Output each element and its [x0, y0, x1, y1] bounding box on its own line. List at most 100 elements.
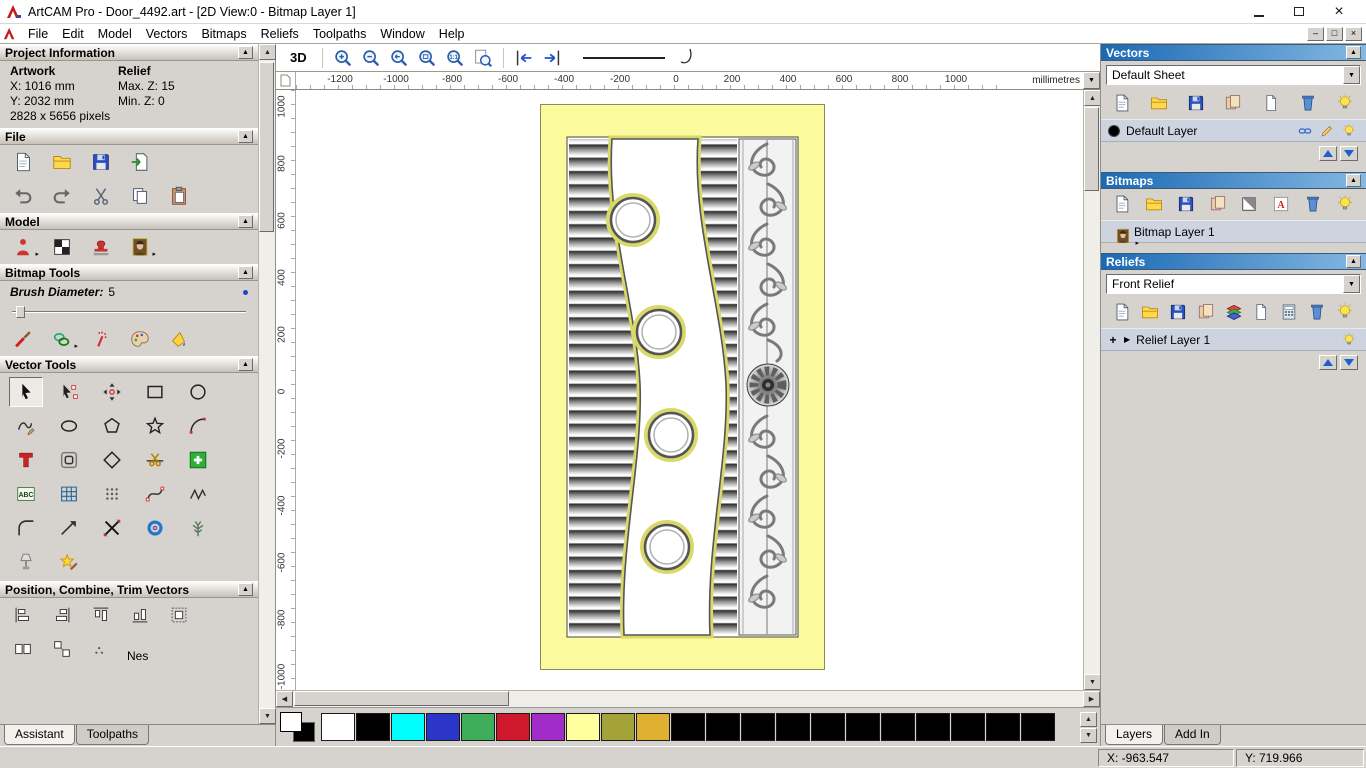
move-layer-up-button[interactable]: [1319, 355, 1337, 370]
align-boxes-button[interactable]: [164, 601, 194, 629]
scroll-up-icon[interactable]: ▲: [1084, 90, 1101, 106]
menu-model[interactable]: Model: [91, 25, 139, 43]
menu-vectors[interactable]: Vectors: [139, 25, 195, 43]
paste-green-button[interactable]: [181, 445, 215, 475]
zoom-prev-button[interactable]: [386, 46, 412, 70]
assistant-scrollbar[interactable]: ▲ ▼: [258, 44, 276, 724]
primary-secondary-colour[interactable]: [279, 711, 317, 743]
layer-colour-swatch[interactable]: [1108, 124, 1120, 137]
menu-window[interactable]: Window: [373, 25, 431, 43]
curve-tool-button[interactable]: [138, 479, 172, 509]
brush-diameter-slider[interactable]: [12, 306, 246, 318]
palette-swatch-4[interactable]: [461, 713, 495, 741]
bulb-button[interactable]: [1339, 330, 1359, 349]
portrait-button[interactable]: ▸: [125, 233, 156, 261]
menu-edit[interactable]: Edit: [55, 25, 91, 43]
zoom-rect-button[interactable]: [414, 46, 440, 70]
shape-draw-button[interactable]: ▸: [47, 325, 78, 353]
grid-tool-button[interactable]: [52, 479, 86, 509]
bulb-button[interactable]: [1332, 192, 1358, 216]
menu-help[interactable]: Help: [432, 25, 472, 43]
vector-layer-row[interactable]: Default Layer: [1101, 119, 1366, 142]
align-top-button[interactable]: [86, 601, 116, 629]
menu-toolpaths[interactable]: Toolpaths: [306, 25, 374, 43]
align-left-button[interactable]: [8, 601, 38, 629]
calculator-button[interactable]: [1276, 300, 1302, 324]
lamp-tool-button[interactable]: [9, 547, 43, 577]
collapse-button[interactable]: ▲: [238, 266, 253, 279]
palette-swatch-9[interactable]: [636, 713, 670, 741]
move-layer-down-button[interactable]: [1340, 146, 1358, 161]
palette-swatch-20[interactable]: [1021, 713, 1055, 741]
rect-tool-button[interactable]: [138, 377, 172, 407]
arc-tool-button[interactable]: [181, 411, 215, 441]
merge-tan-button[interactable]: [1220, 91, 1246, 115]
portrait-button[interactable]: ▸: [1108, 222, 1139, 250]
expander-icon[interactable]: +: [1108, 333, 1118, 347]
menu-file[interactable]: File: [21, 25, 55, 43]
bitmap-layer-row[interactable]: ▸ Bitmap Layer 1: [1101, 220, 1366, 247]
scrollbar-thumb[interactable]: [259, 62, 274, 232]
save-button[interactable]: [1173, 192, 1199, 216]
stamp-button[interactable]: [86, 233, 116, 261]
save-button[interactable]: [86, 148, 116, 176]
maximize-button[interactable]: [1286, 2, 1312, 21]
palette-swatch-7[interactable]: [566, 713, 600, 741]
model-figure-button[interactable]: ▸: [8, 233, 39, 261]
collapse-button[interactable]: ▲: [238, 358, 253, 371]
chevron-down-icon[interactable]: ▼: [1343, 275, 1360, 293]
import-model-button[interactable]: [125, 148, 155, 176]
palette-swatch-15[interactable]: [846, 713, 880, 741]
page-small-button[interactable]: [1258, 91, 1284, 115]
relief-layer-row[interactable]: + ▶ Relief Layer 1: [1101, 328, 1366, 351]
bulb-button[interactable]: [1339, 121, 1359, 140]
collapse-button[interactable]: ▲: [238, 583, 253, 596]
palette-swatch-3[interactable]: [426, 713, 460, 741]
spray-button[interactable]: [86, 325, 116, 353]
sheet-select[interactable]: Default Sheet ▼: [1106, 65, 1361, 85]
transform-button[interactable]: [95, 377, 129, 407]
palette-scroll-down-icon[interactable]: ▼: [1080, 727, 1097, 743]
palette-swatch-1[interactable]: [356, 713, 390, 741]
palette-swatch-11[interactable]: [706, 713, 740, 741]
palette-swatch-10[interactable]: [671, 713, 705, 741]
star-wizard-button[interactable]: [52, 547, 86, 577]
letter-a-button[interactable]: A: [1268, 192, 1294, 216]
new-document-button[interactable]: [1109, 300, 1135, 324]
align-bottom-button[interactable]: [125, 601, 155, 629]
relief-select[interactable]: Front Relief ▼: [1106, 274, 1361, 294]
mdi-minimize-button[interactable]: –: [1307, 26, 1324, 41]
merge-tan-button[interactable]: [1205, 192, 1231, 216]
scrollbar-thumb[interactable]: [1084, 107, 1099, 191]
abc-block-button[interactable]: ABC: [9, 479, 43, 509]
delete-blue-button[interactable]: [1304, 300, 1330, 324]
tab-assistant[interactable]: Assistant: [4, 725, 75, 745]
collapse-button[interactable]: ▲: [1346, 255, 1361, 268]
move-layer-down-button[interactable]: [1340, 355, 1358, 370]
align-right-button[interactable]: [47, 601, 77, 629]
open-folder-button[interactable]: [47, 148, 77, 176]
collapse-button[interactable]: ▲: [1346, 46, 1361, 59]
collapse-button[interactable]: ▲: [238, 46, 253, 59]
palette-swatch-6[interactable]: [531, 713, 565, 741]
ruler-units-dropdown[interactable]: ▼: [1083, 72, 1100, 89]
palette-swatch-16[interactable]: [881, 713, 915, 741]
freehand-button[interactable]: [9, 411, 43, 441]
chevron-down-icon[interactable]: ▼: [1343, 66, 1360, 84]
ellipse-tool-button[interactable]: [52, 411, 86, 441]
contrast-square-button[interactable]: [1236, 192, 1262, 216]
palette-swatch-13[interactable]: [776, 713, 810, 741]
undo-button[interactable]: [8, 182, 38, 210]
save-button[interactable]: [1183, 91, 1209, 115]
spiral-tool-button[interactable]: [138, 513, 172, 543]
save-button[interactable]: [1165, 300, 1191, 324]
menu-bitmaps[interactable]: Bitmaps: [194, 25, 253, 43]
zoom-out-button[interactable]: [358, 46, 384, 70]
arrow-tool-button[interactable]: [52, 513, 86, 543]
text-tool-button[interactable]: [9, 445, 43, 475]
diamond-tool-button[interactable]: [95, 445, 129, 475]
link-chain-button[interactable]: [1295, 121, 1315, 140]
dots-mini-button[interactable]: [86, 635, 116, 663]
canvas-vertical-scrollbar[interactable]: ▲ ▼: [1083, 90, 1101, 690]
palette-swatch-5[interactable]: [496, 713, 530, 741]
